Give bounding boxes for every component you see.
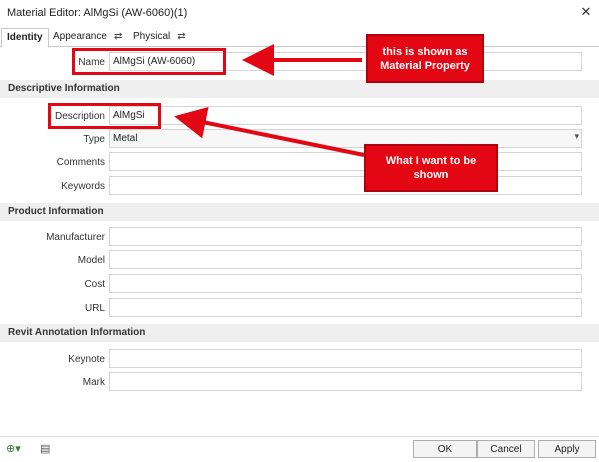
callout-mid-line1: What I want to be (385, 155, 477, 167)
callout-top-line2: Material Property (380, 59, 470, 72)
mark-field[interactable] (109, 372, 582, 391)
window-title: Material Editor: AlMgSi (AW-6060)(1) (7, 7, 188, 19)
swap-icon[interactable]: ⇄ (114, 31, 122, 42)
tab-bar: Identity Appearance ⇄ Physical ⇄ (0, 28, 599, 48)
comments-label: Comments (56, 157, 105, 168)
model-field[interactable] (109, 250, 582, 269)
keywords-field[interactable] (109, 176, 582, 195)
callout-mid-line2: shown (413, 169, 449, 181)
section-revit-title: Revit Annotation Information (8, 327, 146, 338)
apply-button[interactable]: Apply (538, 440, 596, 458)
annotation-callout-top: this is shown as Material Property (366, 34, 484, 83)
comments-field[interactable] (109, 152, 582, 171)
footer: ⊕▾ ▤ OK Cancel Apply (0, 436, 599, 462)
keynote-label: Keynote (68, 354, 105, 365)
tab-appearance-label: Appearance (53, 31, 107, 42)
section-descriptive-title: Descriptive Information (8, 83, 120, 94)
add-material-icon[interactable]: ⊕▾ (6, 442, 21, 455)
section-product: Product Information (0, 203, 599, 221)
mark-label: Mark (82, 377, 105, 388)
cost-label: Cost (84, 279, 105, 290)
annotation-highlight-name (72, 48, 226, 75)
section-product-title: Product Information (8, 206, 104, 217)
tab-identity-label: Identity (7, 32, 43, 43)
model-label: Model (77, 255, 105, 266)
panel-toggle-icon[interactable]: ▤ (40, 442, 50, 455)
section-descriptive: Descriptive Information (0, 80, 599, 98)
annotation-highlight-description (48, 103, 161, 129)
annotation-callout-mid: What I want to be shown (364, 144, 498, 192)
close-icon[interactable]: ✕ (577, 3, 595, 21)
manufacturer-field[interactable] (109, 227, 582, 246)
keynote-field[interactable] (109, 349, 582, 368)
url-field[interactable] (109, 298, 582, 317)
tab-appearance[interactable]: Appearance ⇄ (53, 28, 122, 46)
title-bar: Material Editor: AlMgSi (AW-6060)(1) ✕ (0, 0, 599, 26)
tab-identity[interactable]: Identity (1, 28, 49, 48)
type-select[interactable]: Metal ▾ (109, 129, 582, 148)
description-field[interactable]: AlMgSi (109, 106, 582, 125)
url-label: URL (84, 303, 105, 314)
callout-top-line1: this is shown as (382, 45, 468, 58)
tab-physical[interactable]: Physical ⇄ (133, 28, 186, 46)
type-label: Type (83, 134, 105, 145)
chevron-down-icon[interactable]: ▾ (574, 131, 579, 142)
tab-physical-label: Physical (133, 31, 171, 42)
ok-button[interactable]: OK (413, 440, 477, 458)
cost-field[interactable] (109, 274, 582, 293)
manufacturer-label: Manufacturer (46, 232, 105, 243)
swap-icon[interactable]: ⇄ (177, 31, 185, 42)
cancel-button[interactable]: Cancel (477, 440, 535, 458)
type-value: Metal (113, 133, 138, 144)
keywords-label: Keywords (61, 181, 105, 192)
section-revit: Revit Annotation Information (0, 324, 599, 342)
